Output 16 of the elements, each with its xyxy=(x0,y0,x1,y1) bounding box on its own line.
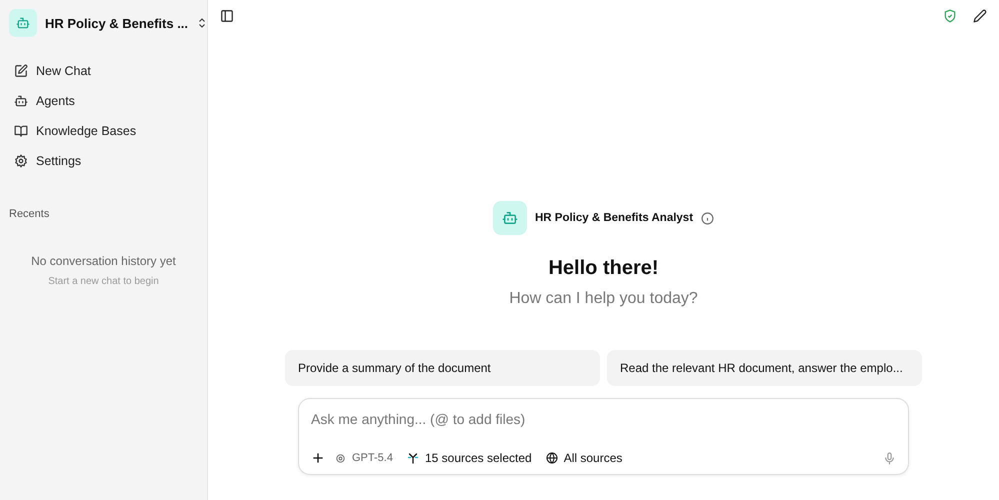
sidebar-item[interactable]: Knowledge Bases xyxy=(9,116,198,146)
empty-history-text: No conversation history yet xyxy=(30,254,177,268)
sources-button[interactable]: 15 sources selected xyxy=(402,449,536,467)
empty-history-hint: Start a new chat to begin xyxy=(47,276,160,287)
sidebar-item[interactable]: Agents xyxy=(9,86,198,116)
suggestion-chip[interactable]: Provide a summary of the document xyxy=(285,350,600,386)
sidebar-item[interactable]: Settings xyxy=(9,146,198,176)
suggestion-chip[interactable]: Read the relevant HR document, answer the emplo... xyxy=(607,350,922,386)
scope-button[interactable]: All sources xyxy=(542,449,626,467)
agent-selector[interactable]: HR Policy & Benefits ... xyxy=(45,16,188,30)
model-selector[interactable]: GPT-5.4 xyxy=(331,450,397,466)
agent-name: HR Policy & Benefits Analyst xyxy=(534,212,694,224)
greeting-title: Hello there! xyxy=(548,257,659,280)
recents-heading: Recents xyxy=(9,208,50,220)
greeting-subtitle: How can I help you today? xyxy=(509,290,698,308)
sidebar-item[interactable]: New Chat xyxy=(9,56,198,86)
